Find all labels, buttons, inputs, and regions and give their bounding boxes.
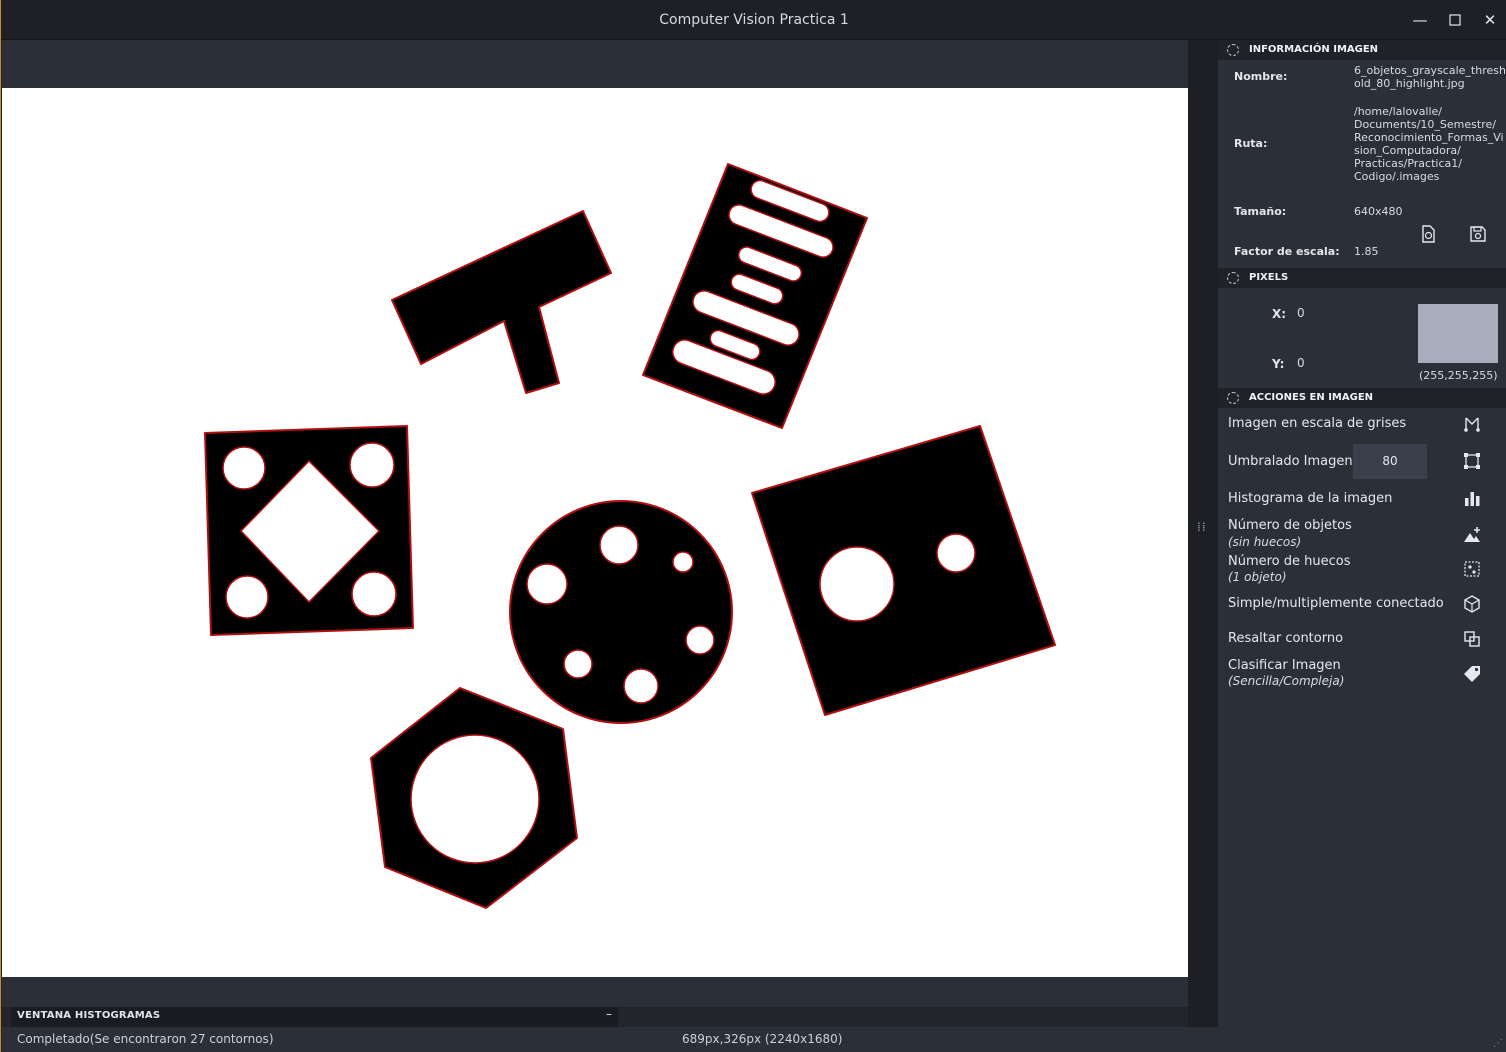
histogram-window-title: VENTANA HISTOGRAMAS [17,1010,161,1021]
scale-value: 1.85 [1354,245,1379,258]
path-value-line: Documents/10_Semestre/ [1354,118,1496,131]
app-window: Computer Vision Practica 1 — ✕ VENTANA H… [0,0,1506,1052]
bar-chart-icon[interactable] [1462,489,1482,509]
path-value-line: Codigo/.images [1354,170,1440,183]
save-file-icon[interactable] [1468,224,1488,244]
hex-center-hole [410,734,540,864]
collapse-button[interactable]: – [606,1007,612,1021]
collapse-section-icon [1227,44,1239,56]
name-value: 6_objetos_grayscale_thresh old_80_highli… [1354,64,1506,90]
selection-holes-icon[interactable] [1462,559,1482,579]
path-value-line: sion_Computadora/ [1354,144,1461,157]
collapse-section-icon [1227,272,1239,284]
panel-splitter[interactable]: ⁞⁞ [1188,40,1218,1027]
num-holes-action-label: Número de huecos [1228,554,1351,569]
threshold-input[interactable]: 80 [1353,444,1427,479]
y-label: Y: [1272,357,1285,371]
name-label: Nombre: [1234,70,1288,83]
round-hole [685,625,715,655]
maximize-icon [1449,14,1461,26]
pixels-section-header[interactable]: PIXELS [1218,268,1506,288]
path-value-line: Reconocimiento_Formas_Vi [1354,131,1504,144]
t-shape-object [391,210,612,394]
actions-section-title: ACCIONES EN IMAGEN [1249,392,1374,403]
add-shapes-icon[interactable] [1462,525,1482,545]
corner-hole [222,446,266,490]
round-hole [672,551,694,573]
num-objects-action-label: Número de objetos [1228,518,1352,533]
round-hole [599,525,639,565]
info-section-header[interactable]: INFORMACIÓN IMAGEN [1218,40,1506,60]
grayscale-action-label: Imagen en escala de grises [1228,416,1407,431]
image-view [204,163,1056,909]
actions-section-header[interactable]: ACCIONES EN IMAGEN [1218,388,1506,408]
x-label: X: [1272,307,1287,321]
connected-action-label: Simple/multiplemente conectado [1228,596,1444,611]
num-holes-subtitle: (1 objeto) [1228,570,1287,584]
contour-action-label: Resaltar contorno [1228,631,1344,646]
threshold-action-label: Umbralado Imagen [1228,454,1353,469]
status-message: Completado(Se encontraron 27 contornos) [17,1032,274,1046]
title-bar: Computer Vision Practica 1 — ✕ [1,0,1506,40]
threshold-icon[interactable] [1462,451,1482,471]
path-value-line: Practicas/Practica1/ [1354,157,1462,170]
size-value: 640x480 [1354,205,1403,218]
round-hole [819,546,895,622]
path-value-line: /home/lalovalle/ [1354,105,1443,118]
grayscale-icon[interactable] [1462,414,1482,434]
minimize-button[interactable]: — [1410,10,1430,30]
window-title: Computer Vision Practica 1 [659,12,849,28]
resize-grip-icon[interactable]: ⋰ [1493,1038,1503,1049]
round-hole [563,649,593,679]
path-value: /home/lalovalle/ Documents/10_Semestre/ … [1354,105,1504,183]
maximize-button[interactable] [1445,10,1465,30]
drag-handle-icon[interactable]: ⁞⁞ [1197,521,1209,542]
x-value: 0 [1297,306,1305,320]
histogram-action-label: Histograma de la imagen [1228,491,1393,506]
tag-icon[interactable] [1462,664,1482,684]
path-label: Ruta: [1234,137,1268,150]
scale-label: Factor de escala: [1234,245,1340,258]
classify-subtitle: (Sencilla/Compleja) [1228,674,1345,688]
name-value-line: 6_objetos_grayscale_thresh [1354,64,1506,77]
corner-hole [225,575,269,619]
large-square-object [751,425,1056,716]
y-value: 0 [1297,356,1305,370]
pixel-color-swatch [1418,304,1498,363]
side-panel: INFORMACIÓN IMAGEN Nombre: 6_objetos_gra… [1218,40,1506,1027]
status-bar: Completado(Se encontraron 27 contornos) … [2,1027,1506,1052]
image-canvas[interactable] [2,88,1188,977]
round-hole [526,563,568,605]
round-hole [936,533,976,573]
pixel-rgb-value: (255,255,255) [1419,369,1498,382]
name-value-line: old_80_highlight.jpg [1354,77,1465,90]
copy-outline-icon[interactable] [1462,629,1482,649]
collapse-section-icon [1227,392,1239,404]
round-hole [623,668,659,704]
close-button[interactable]: ✕ [1480,10,1500,30]
histogram-window-bar[interactable]: VENTANA HISTOGRAMAS – [11,1007,618,1027]
reload-file-icon[interactable] [1418,224,1438,244]
image-toolbar [2,40,1188,88]
classify-action-label: Clasificar Imagen [1228,658,1341,673]
pixels-section-title: PIXELS [1249,272,1289,283]
size-label: Tamaño: [1234,205,1287,218]
corner-hole [349,442,395,488]
cursor-coordinates: 689px,326px (2240x1680) [682,1032,843,1046]
canvas-footer [2,977,1188,1007]
num-objects-subtitle: (sin huecos) [1228,535,1302,549]
cube-network-icon[interactable] [1462,594,1482,614]
info-section-title: INFORMACIÓN IMAGEN [1249,44,1379,55]
corner-hole [351,571,397,617]
